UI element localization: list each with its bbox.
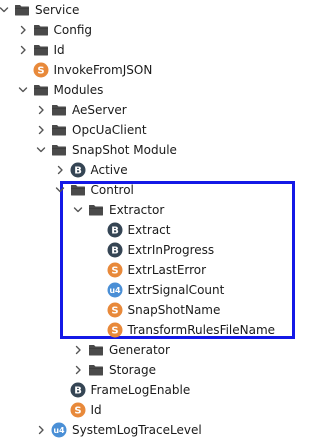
tree-node-label: Config bbox=[53, 23, 93, 37]
svg-text:S: S bbox=[111, 326, 118, 337]
tree-node-opcuaclient[interactable]: OpcUaClient bbox=[0, 120, 321, 140]
tree-node-extrinprogress[interactable]: B ExtrInProgress bbox=[0, 240, 321, 260]
tree-node-extrsignalcount[interactable]: u4 ExtrSignalCount bbox=[0, 280, 321, 300]
svg-text:S: S bbox=[111, 306, 118, 317]
tree-node-label: Id bbox=[90, 403, 102, 417]
tree-node-framelogenable[interactable]: B FrameLogEnable bbox=[0, 380, 321, 400]
tree-node-snapshot-module[interactable]: SnapShot Module bbox=[0, 140, 321, 160]
folder-icon bbox=[51, 122, 67, 138]
tree-node-label: Active bbox=[90, 163, 128, 177]
tree-node-extract[interactable]: B Extract bbox=[0, 220, 321, 240]
tree-node-label: ExtrInProgress bbox=[127, 243, 215, 257]
folder-icon bbox=[51, 142, 67, 158]
chevron-right-icon[interactable] bbox=[16, 20, 30, 40]
tree-node-control[interactable]: Control bbox=[0, 180, 321, 200]
folder-icon bbox=[33, 42, 49, 58]
tree-node-label: Service bbox=[35, 3, 80, 17]
svg-text:B: B bbox=[74, 386, 82, 397]
folder-icon bbox=[88, 202, 104, 218]
folder-icon bbox=[33, 22, 49, 38]
tree-node-extrlasterror[interactable]: S ExtrLastError bbox=[0, 260, 321, 280]
svg-text:S: S bbox=[74, 406, 81, 417]
string-variable-icon: S bbox=[70, 402, 86, 418]
tree-node-aeserver[interactable]: AeServer bbox=[0, 100, 321, 120]
string-variable-icon: S bbox=[107, 262, 123, 278]
tree-node-label: Modules bbox=[53, 83, 104, 97]
svg-text:u4: u4 bbox=[53, 426, 65, 435]
tree-node-label: Extractor bbox=[109, 203, 165, 217]
chevron-right-icon[interactable] bbox=[34, 420, 48, 440]
tree-node-label: ExtrSignalCount bbox=[127, 283, 225, 297]
svg-text:u4: u4 bbox=[109, 286, 121, 295]
svg-text:S: S bbox=[111, 266, 118, 277]
tree-node-label: SnapShot Module bbox=[72, 143, 177, 157]
tree-node-label: FrameLogEnable bbox=[90, 383, 191, 397]
string-variable-icon: S bbox=[33, 62, 49, 78]
uint32-variable-icon: u4 bbox=[107, 282, 123, 298]
tree-node-label: AeServer bbox=[72, 103, 127, 117]
svg-text:B: B bbox=[74, 166, 82, 177]
boolean-variable-icon: B bbox=[70, 382, 86, 398]
chevron-down-icon[interactable] bbox=[16, 80, 30, 100]
string-variable-icon: S bbox=[107, 322, 123, 338]
folder-icon bbox=[70, 182, 86, 198]
tree-node-snapshotname[interactable]: S SnapShotName bbox=[0, 300, 321, 320]
tree-node-extractor[interactable]: Extractor bbox=[0, 200, 321, 220]
tree-node-config[interactable]: Config bbox=[0, 20, 321, 40]
chevron-right-icon[interactable] bbox=[71, 360, 85, 380]
tree-node-id[interactable]: S Id bbox=[0, 400, 321, 420]
chevron-right-icon[interactable] bbox=[16, 40, 30, 60]
node-tree: Service Config Id S InvokeFromJSON Modules AeS… bbox=[0, 0, 321, 442]
tree-node-label: TransformRulesFileName bbox=[127, 323, 276, 337]
uint32-variable-icon: u4 bbox=[51, 422, 67, 438]
chevron-right-icon[interactable] bbox=[53, 160, 67, 180]
chevron-down-icon[interactable] bbox=[53, 180, 67, 200]
svg-text:B: B bbox=[111, 226, 119, 237]
folder-icon bbox=[51, 102, 67, 118]
tree-node-id[interactable]: Id bbox=[0, 40, 321, 60]
tree-node-service[interactable]: Service bbox=[0, 0, 321, 20]
tree-node-systemlogtracelevel[interactable]: u4 SystemLogTraceLevel bbox=[0, 420, 321, 440]
chevron-down-icon[interactable] bbox=[34, 140, 48, 160]
folder-icon bbox=[33, 82, 49, 98]
chevron-right-icon[interactable] bbox=[34, 120, 48, 140]
tree-node-storage[interactable]: Storage bbox=[0, 360, 321, 380]
tree-node-label: Control bbox=[90, 183, 134, 197]
tree-node-label: SystemLogTraceLevel bbox=[72, 423, 202, 437]
tree-node-label: Storage bbox=[109, 363, 156, 377]
string-variable-icon: S bbox=[107, 302, 123, 318]
boolean-variable-icon: B bbox=[70, 162, 86, 178]
tree-node-label: Id bbox=[53, 43, 65, 57]
svg-text:B: B bbox=[111, 246, 119, 257]
chevron-right-icon[interactable] bbox=[71, 340, 85, 360]
tree-node-label: Generator bbox=[109, 343, 170, 357]
boolean-variable-icon: B bbox=[107, 222, 123, 238]
tree-node-active[interactable]: B Active bbox=[0, 160, 321, 180]
tree-node-generator[interactable]: Generator bbox=[0, 340, 321, 360]
tree-node-modules[interactable]: Modules bbox=[0, 80, 321, 100]
tree-node-label: SnapShotName bbox=[127, 303, 221, 317]
svg-text:S: S bbox=[37, 66, 44, 77]
tree-node-label: OpcUaClient bbox=[72, 123, 147, 137]
tree-node-invokefromjson[interactable]: S InvokeFromJSON bbox=[0, 60, 321, 80]
chevron-right-icon[interactable] bbox=[34, 100, 48, 120]
tree-node-label: InvokeFromJSON bbox=[53, 63, 153, 77]
folder-icon bbox=[88, 342, 104, 358]
folder-icon bbox=[88, 362, 104, 378]
chevron-down-icon[interactable] bbox=[0, 0, 11, 20]
boolean-variable-icon: B bbox=[107, 242, 123, 258]
tree-node-label: ExtrLastError bbox=[127, 263, 207, 277]
chevron-down-icon[interactable] bbox=[71, 200, 85, 220]
tree-node-label: Extract bbox=[127, 223, 171, 237]
tree-node-transformrulesfilename[interactable]: S TransformRulesFileName bbox=[0, 320, 321, 340]
folder-icon bbox=[14, 2, 30, 18]
